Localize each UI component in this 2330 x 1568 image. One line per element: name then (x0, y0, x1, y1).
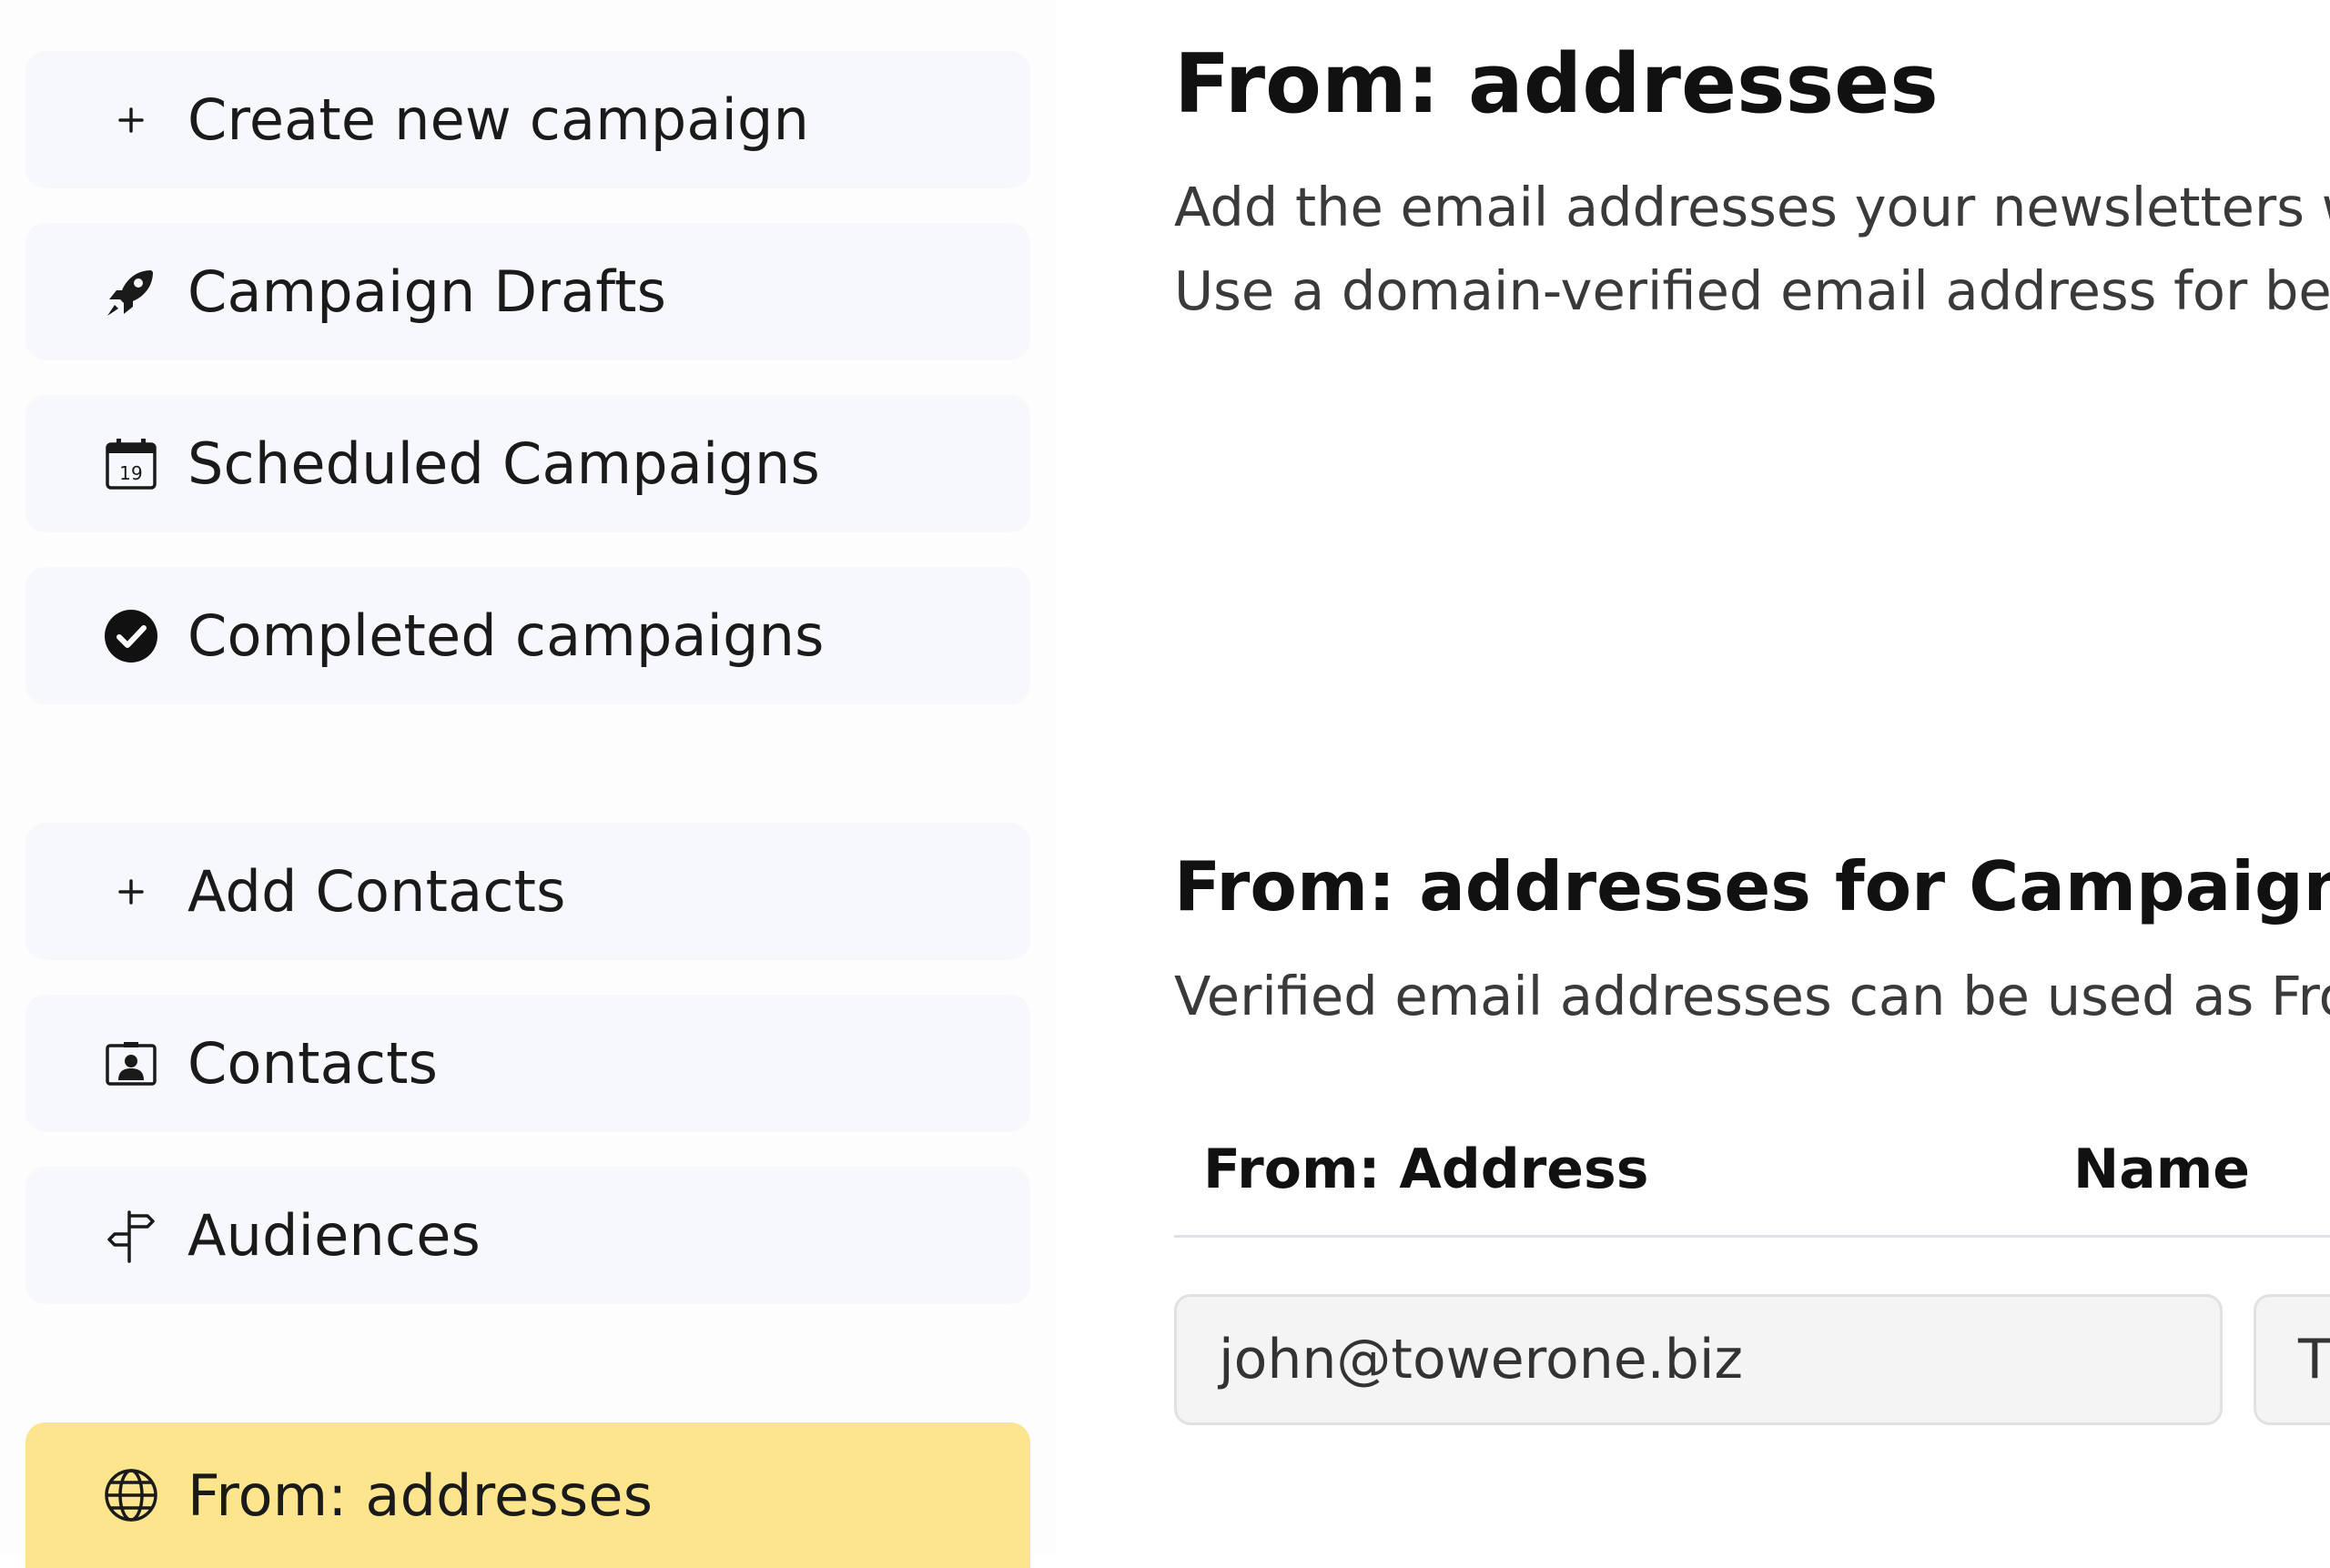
table-header: From: Address Name (1174, 1119, 2330, 1238)
sidebar-item-label: From: addresses (187, 1462, 653, 1529)
sidebar-item-scheduled-campaigns[interactable]: 19 Scheduled Campaigns (25, 395, 1030, 532)
sidebar: Create new campaign Campaign Drafts 19 S… (0, 0, 1056, 1568)
sidebar-item-contacts[interactable]: Contacts (25, 995, 1030, 1132)
globe-icon (102, 1466, 160, 1524)
sidebar-item-completed-campaigns[interactable]: Completed campaigns (25, 567, 1030, 704)
signpost-icon (102, 1207, 160, 1265)
section-description: Verified email addresses can be used as … (1174, 965, 2330, 1027)
sidebar-item-audiences[interactable]: Audiences (25, 1167, 1030, 1304)
plus-icon (102, 91, 160, 149)
sidebar-item-from-addresses[interactable]: From: addresses (25, 1422, 1030, 1568)
sender-name-input[interactable]: T (2254, 1294, 2330, 1425)
sidebar-item-label: Contacts (187, 1030, 439, 1097)
rocket-icon (102, 263, 160, 321)
page-description-line-1: Add the email addresses your newsletters… (1174, 176, 2330, 238)
column-header-name: Name (2073, 1138, 2250, 1201)
calendar-icon-day: 19 (119, 462, 143, 484)
sidebar-item-label: Campaign Drafts (187, 258, 667, 325)
plus-icon (102, 863, 160, 921)
calendar-icon: 19 (102, 435, 160, 493)
sidebar-item-create-new-campaign[interactable]: Create new campaign (25, 51, 1030, 188)
sidebar-item-label: Completed campaigns (187, 602, 825, 669)
page-description: Add the email addresses your newsletters… (1174, 166, 2330, 333)
column-header-from-address: From: Address (1203, 1138, 1649, 1201)
section-title: From: addresses for Campaigns (1174, 846, 2330, 926)
main-content: From: addresses Add the email addresses … (1174, 0, 2330, 1553)
sidebar-item-label: Scheduled Campaigns (187, 430, 820, 497)
sidebar-item-label: Add Contacts (187, 858, 566, 925)
contact-card-icon (102, 1035, 160, 1093)
page-description-line-2: Use a domain-verified email address for … (1174, 259, 2330, 322)
sidebar-item-campaign-drafts[interactable]: Campaign Drafts (25, 223, 1030, 360)
sidebar-item-add-contacts[interactable]: Add Contacts (25, 823, 1030, 960)
page-title: From: addresses (1174, 36, 1939, 132)
from-address-input[interactable]: john@towerone.biz (1174, 1294, 2223, 1425)
sidebar-item-label: Audiences (187, 1202, 481, 1269)
check-circle-icon (102, 607, 160, 665)
sidebar-item-label: Create new campaign (187, 86, 810, 153)
